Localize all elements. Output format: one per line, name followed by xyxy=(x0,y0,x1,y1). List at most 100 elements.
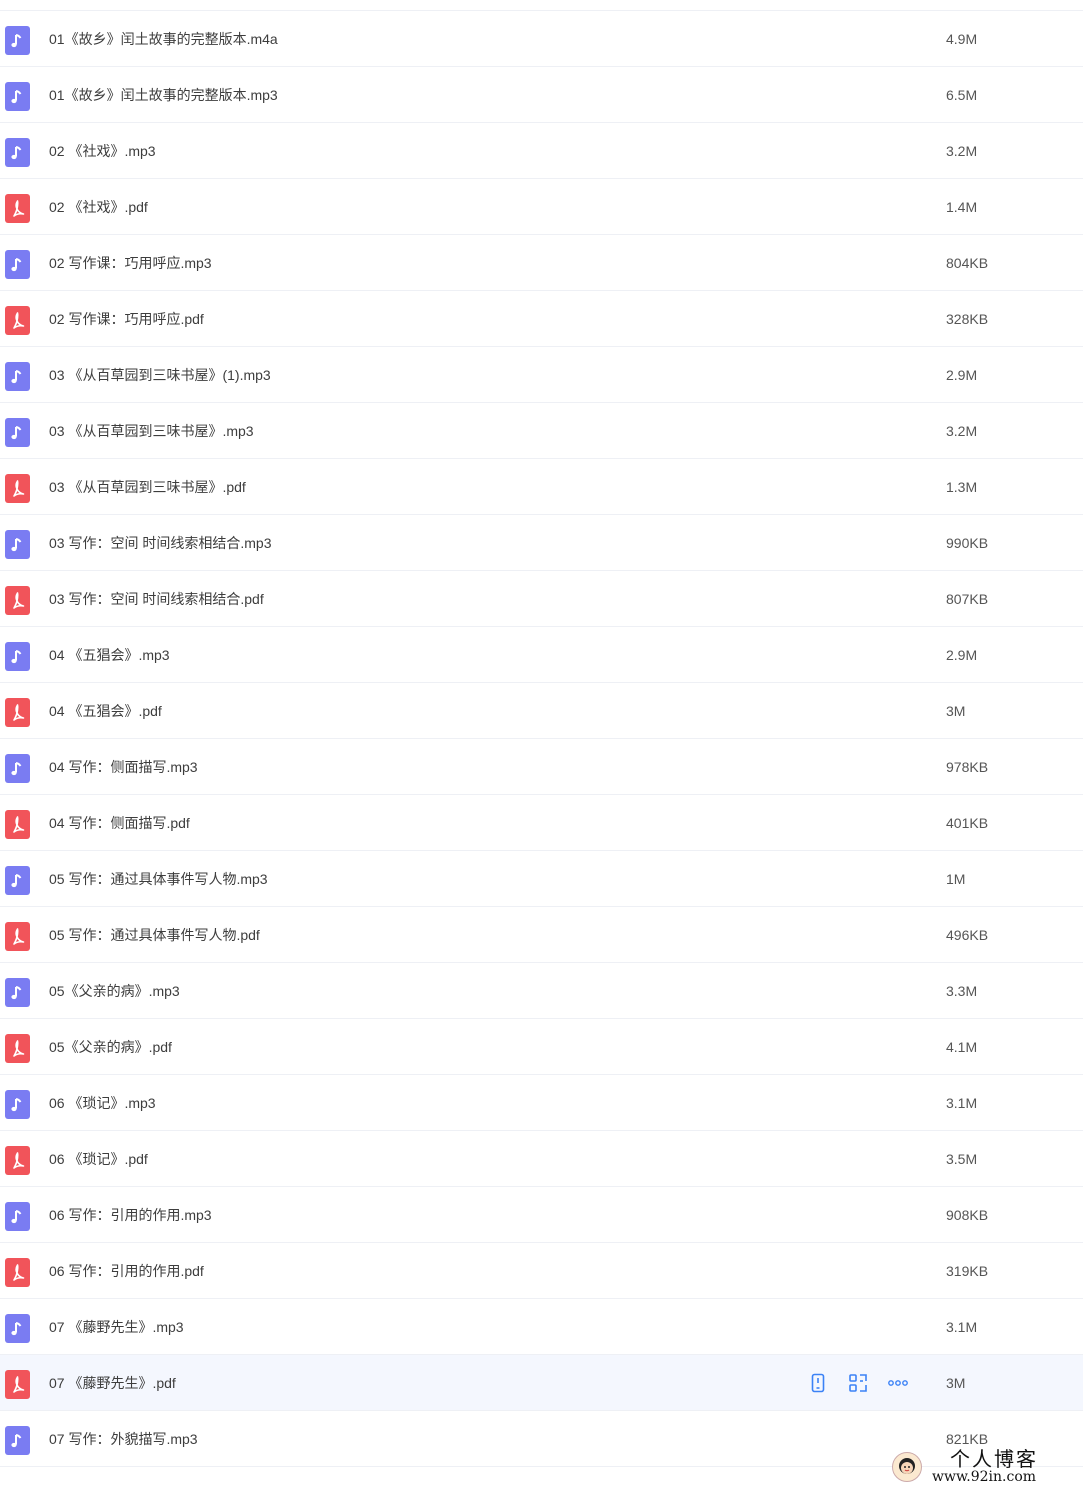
file-row[interactable]: 03 写作：空间 时间线索相结合.mp3 990KB xyxy=(0,515,1083,571)
audio-file-icon xyxy=(5,866,30,895)
file-row[interactable]: 03 写作：空间 时间线索相结合.pdf 807KB xyxy=(0,571,1083,627)
file-row[interactable]: 06 写作：引用的作用.pdf 319KB xyxy=(0,1243,1083,1299)
file-row[interactable]: 04 写作：侧面描写.pdf 401KB xyxy=(0,795,1083,851)
file-row[interactable]: 02 《社戏》.mp3 3.2M xyxy=(0,123,1083,179)
file-name[interactable]: 03 写作：空间 时间线索相结合.pdf xyxy=(49,589,264,609)
audio-file-icon xyxy=(5,138,30,167)
file-row[interactable]: 03 《从百草园到三味书屋》.mp3 3.2M xyxy=(0,403,1083,459)
file-size: 401KB xyxy=(946,815,989,831)
file-size: 978KB xyxy=(946,759,989,775)
file-name[interactable]: 07 《藤野先生》.mp3 xyxy=(49,1317,184,1337)
file-row[interactable]: 04 写作：侧面描写.mp3 978KB xyxy=(0,739,1083,795)
file-size: 3M xyxy=(946,703,966,719)
file-row[interactable]: 07 《藤野先生》.mp3 3.1M xyxy=(0,1299,1083,1355)
file-name[interactable]: 05 写作：通过具体事件写人物.pdf xyxy=(49,925,260,945)
file-name[interactable]: 06 《琐记》.mp3 xyxy=(49,1093,156,1113)
audio-file-icon xyxy=(5,642,30,671)
file-name[interactable]: 02 《社戏》.pdf xyxy=(49,197,148,217)
pdf-file-icon xyxy=(5,586,30,615)
file-name[interactable]: 04 《五猖会》.pdf xyxy=(49,701,162,721)
pdf-file-icon xyxy=(5,1146,30,1175)
file-size: 807KB xyxy=(946,591,989,607)
file-size: 804KB xyxy=(946,255,989,271)
file-name[interactable]: 03 写作：空间 时间线索相结合.mp3 xyxy=(49,533,271,553)
file-name[interactable]: 02 《社戏》.mp3 xyxy=(49,141,156,161)
file-name[interactable]: 03 《从百草园到三味书屋》(1).mp3 xyxy=(49,365,271,385)
pdf-file-icon xyxy=(5,810,30,839)
file-size: 3.3M xyxy=(946,983,978,999)
file-name[interactable]: 06 写作：引用的作用.mp3 xyxy=(49,1205,212,1225)
pdf-file-icon xyxy=(5,474,30,503)
pdf-file-icon xyxy=(5,1258,30,1287)
audio-file-icon xyxy=(5,1202,30,1231)
file-name[interactable]: 02 写作课：巧用呼应.mp3 xyxy=(49,253,212,273)
file-size: 1.4M xyxy=(946,199,978,215)
file-row[interactable]: 02 写作课：巧用呼应.mp3 804KB xyxy=(0,235,1083,291)
file-size: 3M xyxy=(946,1375,966,1391)
audio-file-icon xyxy=(5,530,30,559)
audio-file-icon xyxy=(5,1090,30,1119)
watermark: 个人博客 www.92in.com xyxy=(888,1446,1078,1488)
file-row[interactable]: 01《故乡》闰土故事的完整版本.m4a 4.9M xyxy=(0,11,1083,67)
file-size: 2.9M xyxy=(946,367,978,383)
pdf-file-icon xyxy=(5,1370,30,1399)
file-name[interactable]: 06 《琐记》.pdf xyxy=(49,1149,148,1169)
file-row[interactable]: 07 《藤野先生》.pdf 3M xyxy=(0,1355,1083,1411)
file-name[interactable]: 07 《藤野先生》.pdf xyxy=(49,1373,176,1393)
phone-icon[interactable] xyxy=(806,1371,830,1395)
file-size: 3.1M xyxy=(946,1095,978,1111)
file-size: 3.1M xyxy=(946,1319,978,1335)
file-name[interactable]: 03 《从百草园到三味书屋》.mp3 xyxy=(49,421,254,441)
pdf-file-icon xyxy=(5,306,30,335)
file-size: 4.9M xyxy=(946,31,978,47)
file-row[interactable]: 02 《社戏》.pdf 1.4M xyxy=(0,179,1083,235)
file-row[interactable]: 04 《五猖会》.mp3 2.9M xyxy=(0,627,1083,683)
watermark-title: 个人博客 xyxy=(950,1447,1038,1471)
audio-file-icon xyxy=(5,1426,30,1455)
file-name[interactable]: 04 写作：侧面描写.pdf xyxy=(49,813,190,833)
watermark-url: www.92in.com xyxy=(932,1469,1037,1485)
file-name[interactable]: 05《父亲的病》.mp3 xyxy=(49,981,180,1001)
audio-file-icon xyxy=(5,250,30,279)
file-row[interactable]: 06 《琐记》.mp3 3.1M xyxy=(0,1075,1083,1131)
audio-file-icon xyxy=(5,82,30,111)
file-name[interactable]: 05 写作：通过具体事件写人物.mp3 xyxy=(49,869,268,889)
file-row[interactable]: 05《父亲的病》.pdf 4.1M xyxy=(0,1019,1083,1075)
file-name[interactable]: 02 写作课：巧用呼应.pdf xyxy=(49,309,204,329)
audio-file-icon xyxy=(5,978,30,1007)
file-size: 328KB xyxy=(946,311,989,327)
pdf-file-icon xyxy=(5,194,30,223)
file-name[interactable]: 01《故乡》闰土故事的完整版本.m4a xyxy=(49,29,278,49)
file-name[interactable]: 01《故乡》闰土故事的完整版本.mp3 xyxy=(49,85,278,105)
watermark-logo-icon xyxy=(892,1452,922,1482)
file-name[interactable]: 03 《从百草园到三味书屋》.pdf xyxy=(49,477,246,497)
file-row[interactable]: 01《故乡》闰土故事的完整版本.mp3 6.5M xyxy=(0,67,1083,123)
file-row[interactable]: 03 《从百草园到三味书屋》.pdf 1.3M xyxy=(0,459,1083,515)
file-size: 990KB xyxy=(946,535,989,551)
audio-file-icon xyxy=(5,1314,30,1343)
file-list: 01《故乡》闰土故事的完整版本.m4a 4.9M 01《故乡》闰土故事的完整版本.m… xyxy=(0,10,1083,1467)
file-row[interactable]: 06 写作：引用的作用.mp3 908KB xyxy=(0,1187,1083,1243)
pdf-file-icon xyxy=(5,922,30,951)
more-icon[interactable] xyxy=(886,1371,910,1395)
file-size: 3.2M xyxy=(946,143,978,159)
file-row[interactable]: 05 写作：通过具体事件写人物.pdf 496KB xyxy=(0,907,1083,963)
file-row[interactable]: 05《父亲的病》.mp3 3.3M xyxy=(0,963,1083,1019)
file-name[interactable]: 07 写作：外貌描写.mp3 xyxy=(49,1429,198,1449)
file-row[interactable]: 02 写作课：巧用呼应.pdf 328KB xyxy=(0,291,1083,347)
audio-file-icon xyxy=(5,754,30,783)
file-size: 6.5M xyxy=(946,87,978,103)
file-row[interactable]: 04 《五猖会》.pdf 3M xyxy=(0,683,1083,739)
file-row[interactable]: 06 《琐记》.pdf 3.5M xyxy=(0,1131,1083,1187)
file-name[interactable]: 06 写作：引用的作用.pdf xyxy=(49,1261,204,1281)
file-size: 496KB xyxy=(946,927,989,943)
file-name[interactable]: 05《父亲的病》.pdf xyxy=(49,1037,172,1057)
file-row[interactable]: 03 《从百草园到三味书屋》(1).mp3 2.9M xyxy=(0,347,1083,403)
qr-share-icon[interactable] xyxy=(846,1371,870,1395)
pdf-file-icon xyxy=(5,1034,30,1063)
file-name[interactable]: 04 《五猖会》.mp3 xyxy=(49,645,170,665)
file-row[interactable]: 05 写作：通过具体事件写人物.mp3 1M xyxy=(0,851,1083,907)
file-name[interactable]: 04 写作：侧面描写.mp3 xyxy=(49,757,198,777)
file-size: 908KB xyxy=(946,1207,989,1223)
audio-file-icon xyxy=(5,362,30,391)
